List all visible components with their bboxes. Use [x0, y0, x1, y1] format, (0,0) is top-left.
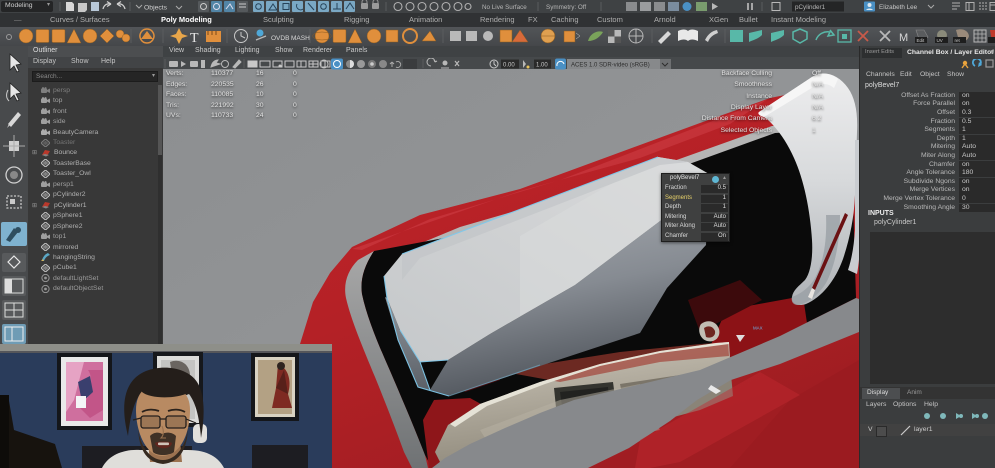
svg-text:MASH: MASH: [291, 35, 310, 42]
svg-text:ACES 1.0 SDR-video (sRGB): ACES 1.0 SDR-video (sRGB): [571, 63, 650, 69]
svg-text:MAX: MAX: [753, 325, 763, 330]
svg-text:Edit: Edit: [917, 38, 926, 43]
svg-text:UV: UV: [937, 38, 943, 43]
svg-text:Objects: Objects: [144, 5, 168, 12]
svg-text:ret: ret: [955, 38, 961, 43]
svg-text:OVDB: OVDB: [271, 35, 289, 42]
svg-text:T: T: [190, 31, 199, 46]
svg-text:0.00: 0.00: [503, 63, 515, 69]
svg-text:M: M: [899, 32, 908, 44]
svg-text:1.00: 1.00: [536, 63, 548, 69]
svg-text:Elizabeth Lee: Elizabeth Lee: [879, 4, 918, 11]
svg-text:pCylinder1: pCylinder1: [795, 4, 826, 11]
svg-text:No Live Surface: No Live Surface: [482, 4, 527, 11]
svg-text:Symmetry: Off: Symmetry: Off: [546, 4, 586, 11]
